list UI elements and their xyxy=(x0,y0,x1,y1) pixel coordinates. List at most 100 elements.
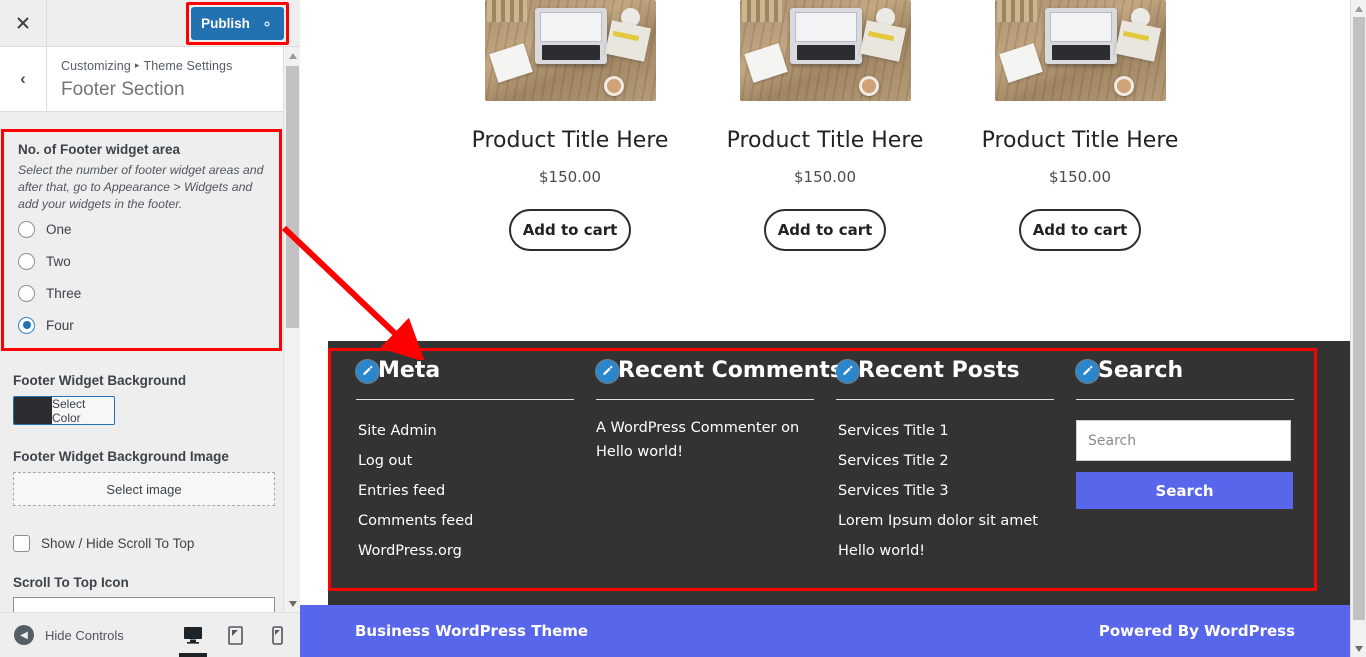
site-credit-right[interactable]: Powered By WordPress xyxy=(1099,622,1295,640)
footer-widget-count-control: No. of Footer widget area Select the num… xyxy=(1,129,282,351)
preview-scroll-down-icon[interactable] xyxy=(1351,640,1366,657)
pencil-icon[interactable] xyxy=(596,359,619,383)
product-card: Product Title Here $150.00 Add to cart xyxy=(719,0,932,251)
scroll-up-arrow-icon[interactable] xyxy=(284,47,301,64)
breadcrumb-separator-icon: ▸ xyxy=(134,60,140,70)
list-item[interactable]: Log out xyxy=(358,446,574,476)
checkbox-icon[interactable] xyxy=(13,535,30,552)
page-title: Footer Section xyxy=(61,79,185,100)
add-to-cart-button[interactable]: Add to cart xyxy=(509,209,631,251)
radio-icon-one[interactable] xyxy=(18,220,35,238)
footer-widget-background-label: Footer Widget Background xyxy=(13,373,187,388)
list-item[interactable]: Services Title 3 xyxy=(838,476,1054,506)
hide-controls-label: Hide Controls xyxy=(45,627,124,643)
radio-label-three: Three xyxy=(46,285,82,301)
radio-label-four: Four xyxy=(46,317,74,333)
sidebar-scrollbar[interactable] xyxy=(283,47,301,612)
recent-comment-entry[interactable]: A WordPress Commenter on Hello world! xyxy=(596,416,801,464)
customizer-controls-panel: No. of Footer widget area Select the num… xyxy=(0,113,283,612)
list-item[interactable]: Comments feed xyxy=(358,506,574,536)
device-preview-switcher xyxy=(172,613,298,657)
back-button[interactable]: ‹ xyxy=(0,47,47,111)
scroll-to-top-toggle-control: Show / Hide Scroll To Top xyxy=(13,535,275,552)
radio-icon-three[interactable] xyxy=(18,284,35,302)
collapse-arrow-icon: ◀ xyxy=(14,625,34,645)
breadcrumb: Customizing ▸ Theme Settings xyxy=(61,56,232,75)
scroll-down-arrow-icon[interactable] xyxy=(284,595,301,612)
site-bottom-bar: Business WordPress Theme Powered By Word… xyxy=(300,605,1350,657)
footer-widget-count-label: No. of Footer widget area xyxy=(18,142,181,157)
breadcrumb-root[interactable]: Customizing xyxy=(61,59,131,73)
search-input[interactable] xyxy=(1076,420,1291,461)
breadcrumb-parent[interactable]: Theme Settings xyxy=(144,59,233,73)
scroll-to-top-icon-label: Scroll To Top Icon xyxy=(13,575,129,590)
list-item[interactable]: Entries feed xyxy=(358,476,574,506)
scroll-to-top-checkbox-row[interactable]: Show / Hide Scroll To Top xyxy=(13,535,275,552)
gear-icon[interactable] xyxy=(260,17,274,31)
radio-option-three[interactable]: Three xyxy=(18,277,265,309)
footer-widget-columns: Meta Site Admin Log out Entries feed Com… xyxy=(356,358,1316,566)
preview-scrollbar-thumb[interactable] xyxy=(1353,17,1365,620)
mobile-icon xyxy=(271,625,283,645)
search-button[interactable]: Search xyxy=(1076,472,1293,509)
radio-icon-four[interactable] xyxy=(18,316,35,334)
hide-controls-button[interactable]: ◀ Hide Controls xyxy=(14,625,124,645)
customizer-titles: Customizing ▸ Theme Settings Footer Sectio… xyxy=(47,47,232,111)
customizer-footer-bar: ◀ Hide Controls xyxy=(0,612,300,657)
site-credit-left[interactable]: Business WordPress Theme xyxy=(355,622,588,640)
scroll-to-top-icon-control: Scroll To Top Icon xyxy=(13,575,275,612)
publish-button[interactable]: Publish xyxy=(191,7,284,40)
product-image xyxy=(484,0,656,101)
customizer-sidebar: Publish ‹ Customizing ▸ Theme Settings Foo… xyxy=(0,0,301,657)
footer-widget-search: Search Search xyxy=(1076,358,1316,566)
preview-scrollbar[interactable] xyxy=(1350,0,1366,657)
scroll-to-top-toggle-label: Show / Hide Scroll To Top xyxy=(41,536,195,551)
close-customizer-button[interactable] xyxy=(0,0,47,46)
meta-links-list: Site Admin Log out Entries feed Comments… xyxy=(356,416,574,566)
device-desktop-button[interactable] xyxy=(172,613,214,657)
footer-widget-recent-comments: Recent Comments A WordPress Commenter on… xyxy=(596,358,843,566)
radio-option-two[interactable]: Two xyxy=(18,245,265,277)
recent-posts-list: Services Title 1 Services Title 2 Servic… xyxy=(836,416,1054,566)
add-to-cart-button[interactable]: Add to cart xyxy=(764,209,886,251)
radio-label-one: One xyxy=(46,221,72,237)
color-picker-button[interactable]: Select Color xyxy=(13,396,115,425)
product-title[interactable]: Product Title Here xyxy=(974,125,1187,156)
product-price: $150.00 xyxy=(1048,168,1112,186)
sidebar-scrollbar-thumb[interactable] xyxy=(286,66,299,328)
radio-option-one[interactable]: One xyxy=(18,213,265,245)
device-tablet-button[interactable] xyxy=(214,613,256,657)
list-item[interactable]: Site Admin xyxy=(358,416,574,446)
select-image-button[interactable]: Select image xyxy=(13,472,275,506)
product-image xyxy=(739,0,911,101)
product-title[interactable]: Product Title Here xyxy=(464,125,677,156)
widget-divider xyxy=(356,399,574,400)
footer-widget-recent-posts: Recent Posts Services Title 1 Services T… xyxy=(836,358,1076,566)
product-card: Product Title Here $150.00 Add to cart xyxy=(464,0,677,251)
widget-title: Meta xyxy=(378,358,441,383)
widget-header: Meta xyxy=(356,358,574,384)
site-preview: Product Title Here $150.00 Add to cart P… xyxy=(300,0,1350,657)
add-to-cart-button[interactable]: Add to cart xyxy=(1019,209,1141,251)
product-title[interactable]: Product Title Here xyxy=(719,125,932,156)
footer-widget-background-image-label: Footer Widget Background Image xyxy=(13,449,229,464)
device-mobile-button[interactable] xyxy=(256,613,298,657)
widget-divider xyxy=(1076,399,1294,400)
pencil-icon[interactable] xyxy=(356,359,379,383)
list-item[interactable]: Hello world! xyxy=(838,536,1054,566)
preview-scroll-up-icon[interactable] xyxy=(1351,0,1366,17)
list-item[interactable]: Services Title 2 xyxy=(838,446,1054,476)
product-price: $150.00 xyxy=(793,168,857,186)
desktop-icon xyxy=(184,627,202,644)
list-item[interactable]: WordPress.org xyxy=(358,536,574,566)
radio-option-four[interactable]: Four xyxy=(18,309,265,341)
pencil-icon[interactable] xyxy=(1076,359,1099,383)
widget-title: Recent Comments xyxy=(618,358,843,383)
widget-title: Recent Posts xyxy=(858,358,1020,383)
close-icon xyxy=(17,17,29,29)
pencil-icon[interactable] xyxy=(836,359,859,383)
list-item[interactable]: Services Title 1 xyxy=(838,416,1054,446)
radio-icon-two[interactable] xyxy=(18,252,35,270)
scroll-to-top-icon-select[interactable] xyxy=(13,597,275,612)
list-item[interactable]: Lorem Ipsum dolor sit amet xyxy=(838,506,1054,536)
